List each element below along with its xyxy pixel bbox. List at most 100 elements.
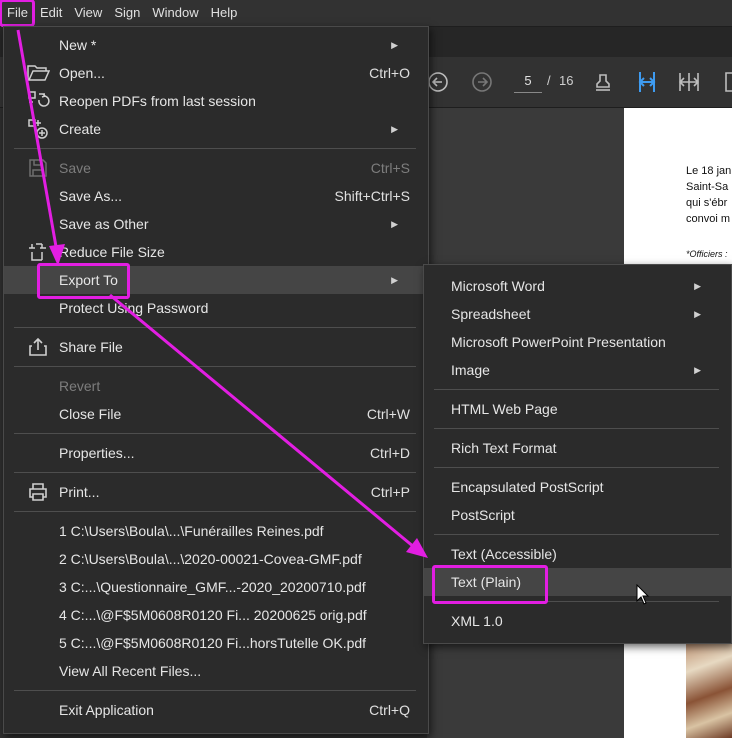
menu-item-label: HTML Web Page	[451, 401, 558, 417]
menu-separator	[14, 148, 416, 149]
menu-window[interactable]: Window	[146, 0, 204, 26]
menu-sign[interactable]: Sign	[108, 0, 146, 26]
shortcut-label: Ctrl+S	[370, 160, 410, 176]
menu-item-label: Microsoft Word	[451, 278, 545, 294]
menu-item-label: Print...	[59, 484, 100, 500]
menu-item-label: Close File	[59, 406, 122, 422]
page-view-icon[interactable]	[718, 69, 732, 95]
menu-item-label: 4 C:...\@F$5M0608R0120 Fi... 20200625 or…	[59, 607, 367, 623]
create-icon	[26, 117, 50, 141]
menu-item-label: Share File	[59, 339, 123, 355]
menu-item-revert[interactable]: Revert	[4, 372, 428, 400]
export-postscript[interactable]: PostScript	[424, 501, 731, 529]
export-html[interactable]: HTML Web Page	[424, 395, 731, 423]
menu-item-open[interactable]: Open... Ctrl+O	[4, 59, 428, 87]
fit-width-icon[interactable]	[634, 69, 660, 95]
page-separator: /	[547, 73, 551, 88]
document-photo	[686, 628, 732, 738]
shortcut-label: Ctrl+W	[366, 406, 410, 422]
export-spreadsheet[interactable]: Spreadsheet ▶	[424, 300, 731, 328]
menu-item-label: New *	[59, 37, 97, 53]
menu-item-label: Save as Other	[59, 216, 149, 232]
file-menu: New * ▶ Open... Ctrl+O Reopen PDFs from …	[3, 26, 429, 734]
submenu-arrow-icon: ▶	[694, 308, 701, 319]
menu-item-share-file[interactable]: Share File	[4, 333, 428, 361]
menu-item-close-file[interactable]: Close File Ctrl+W	[4, 400, 428, 428]
menu-item-exit[interactable]: Exit Application Ctrl+Q	[4, 696, 428, 724]
reduce-size-icon	[26, 240, 50, 264]
menu-item-save[interactable]: Save Ctrl+S	[4, 154, 428, 182]
menu-item-label: PostScript	[451, 507, 515, 523]
recent-file-item[interactable]: 2 C:\Users\Boula\...\2020-00021-Covea-GM…	[4, 545, 428, 573]
menu-separator	[434, 534, 719, 535]
menu-edit[interactable]: Edit	[34, 0, 68, 26]
menu-item-view-all-recent[interactable]: View All Recent Files...	[4, 657, 428, 685]
menu-item-label: Revert	[59, 378, 101, 394]
menu-item-label: Spreadsheet	[451, 306, 531, 322]
menu-separator	[434, 467, 719, 468]
menu-item-new[interactable]: New * ▶	[4, 31, 428, 59]
export-image[interactable]: Image ▶	[424, 356, 731, 384]
export-xml[interactable]: XML 1.0	[424, 607, 731, 635]
menu-item-label: 3 C:...\Questionnaire_GMF...-2020_202007…	[59, 579, 366, 595]
menu-item-reopen[interactable]: Reopen PDFs from last session	[4, 87, 428, 115]
document-text: Le 18 jan Saint-Sa qui s'ébr convoi m	[686, 163, 732, 227]
menu-item-properties[interactable]: Properties... Ctrl+D	[4, 439, 428, 467]
menu-item-create[interactable]: Create ▶	[4, 115, 428, 143]
menu-help[interactable]: Help	[205, 0, 244, 26]
page-total: 16	[559, 73, 574, 88]
document-note: *Officiers :	[686, 249, 728, 259]
menu-item-label: 1 C:\Users\Boula\...\Funérailles Reines.…	[59, 523, 324, 539]
page-number-input[interactable]: 5	[514, 70, 542, 93]
menu-file[interactable]: File	[0, 0, 35, 27]
menu-item-label: Microsoft PowerPoint Presentation	[451, 334, 666, 350]
export-powerpoint[interactable]: Microsoft PowerPoint Presentation	[424, 328, 731, 356]
menu-item-label: Rich Text Format	[451, 440, 557, 456]
menu-item-label: Save As...	[59, 188, 123, 204]
recent-file-item[interactable]: 5 C:...\@F$5M0608R0120 Fi...horsTutelle …	[4, 629, 428, 657]
menu-separator	[434, 428, 719, 429]
menu-item-label: Create	[59, 121, 102, 137]
menu-separator	[14, 472, 416, 473]
menu-item-label: Text (Accessible)	[451, 546, 557, 562]
submenu-arrow-icon: ▶	[391, 274, 398, 285]
recent-file-item[interactable]: 3 C:...\Questionnaire_GMF...-2020_202007…	[4, 573, 428, 601]
next-page-icon[interactable]	[469, 69, 495, 95]
export-to-highlight-box	[37, 263, 130, 299]
mouse-cursor-icon	[636, 584, 650, 605]
menu-item-label: 2 C:\Users\Boula\...\2020-00021-Covea-GM…	[59, 551, 362, 567]
menu-item-label: XML 1.0	[451, 613, 503, 629]
two-page-icon[interactable]	[676, 69, 702, 95]
document-line: convoi m	[686, 213, 731, 225]
export-text-accessible[interactable]: Text (Accessible)	[424, 540, 731, 568]
menubar: File Edit View Sign Window Help	[0, 0, 732, 27]
menu-item-label: View All Recent Files...	[59, 663, 202, 679]
export-eps[interactable]: Encapsulated PostScript	[424, 473, 731, 501]
menu-separator	[14, 366, 416, 367]
submenu-arrow-icon: ▶	[694, 364, 701, 375]
menu-item-print[interactable]: Print... Ctrl+P	[4, 478, 428, 506]
menu-item-label: 5 C:...\@F$5M0608R0120 Fi...horsTutelle …	[59, 635, 367, 651]
shortcut-label: Ctrl+D	[369, 445, 410, 461]
recent-file-item[interactable]: 4 C:...\@F$5M0608R0120 Fi... 20200625 or…	[4, 601, 428, 629]
menu-item-save-as-other[interactable]: Save as Other ▶	[4, 210, 428, 238]
shortcut-label: Ctrl+P	[370, 484, 410, 500]
export-microsoft-word[interactable]: Microsoft Word ▶	[424, 272, 731, 300]
menu-view[interactable]: View	[68, 0, 108, 26]
recent-file-item[interactable]: 1 C:\Users\Boula\...\Funérailles Reines.…	[4, 517, 428, 545]
reopen-icon	[26, 89, 50, 113]
stamp-icon[interactable]	[590, 69, 616, 95]
menu-item-reduce-file-size[interactable]: Reduce File Size	[4, 238, 428, 266]
submenu-arrow-icon: ▶	[391, 39, 398, 50]
shortcut-label: Ctrl+Q	[369, 702, 410, 718]
printer-icon	[26, 480, 50, 504]
menu-item-label: Properties...	[59, 445, 135, 461]
menu-item-save-as[interactable]: Save As... Shift+Ctrl+S	[4, 182, 428, 210]
text-plain-highlight-box	[432, 565, 548, 604]
export-rtf[interactable]: Rich Text Format	[424, 434, 731, 462]
submenu-arrow-icon: ▶	[391, 218, 398, 229]
open-folder-icon	[26, 61, 50, 85]
document-line: Saint-Sa	[686, 181, 729, 193]
shortcut-label: Shift+Ctrl+S	[334, 188, 410, 204]
submenu-arrow-icon: ▶	[391, 123, 398, 134]
